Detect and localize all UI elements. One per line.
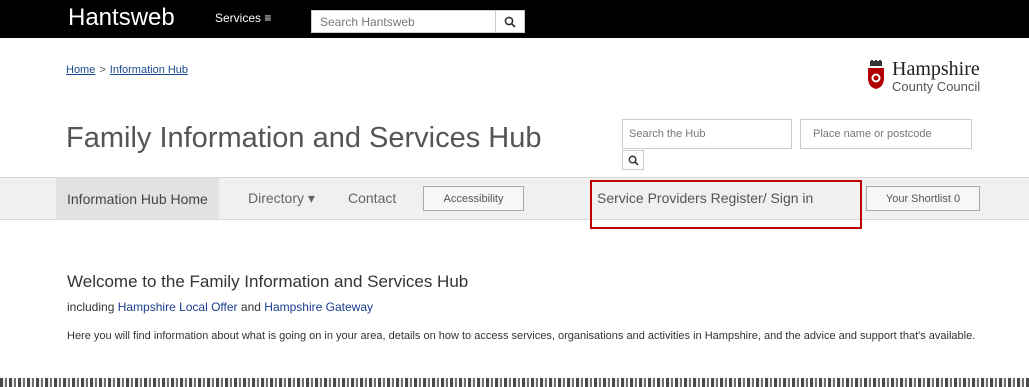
site-search [311,10,525,33]
breadcrumb-information-hub-link[interactable]: Information Hub [110,64,188,76]
hub-search-button[interactable] [622,150,644,170]
search-icon [504,16,516,28]
shortlist-button[interactable]: Your Shortlist 0 [866,186,980,211]
including-line: including Hampshire Local Offer and Hamp… [67,300,373,314]
nav-contact[interactable]: Contact [348,190,396,206]
hantsweb-logo[interactable]: Hantsweb [68,4,175,32]
and-word: and [240,300,261,314]
search-icon [628,155,639,166]
breadcrumb: Home > Information Hub [66,64,188,76]
hantsweb-search-input[interactable] [311,10,496,33]
including-prefix: including [67,300,115,314]
crest-icon [868,60,884,89]
cropped-content-strip [0,378,1029,387]
welcome-heading: Welcome to the Family Information and Se… [67,272,469,291]
services-menu-button[interactable]: Services ≡ [215,11,271,25]
local-offer-link[interactable]: Hampshire Local Offer [118,300,238,314]
hantsweb-search-button[interactable] [496,10,525,33]
logo-subtitle: County Council [892,79,981,94]
breadcrumb-separator: > [99,64,106,76]
breadcrumb-home-link[interactable]: Home [66,64,95,76]
main-navigation: Information Hub Home Directory ▾ Contact… [0,177,1029,220]
nav-information-hub-home[interactable]: Information Hub Home [56,178,219,219]
hampshire-county-council-logo[interactable]: Hampshire County Council [860,58,1020,98]
gateway-link[interactable]: Hampshire Gateway [264,300,373,314]
postcode-input[interactable] [800,119,972,149]
logo-name: Hampshire [892,58,980,80]
accessibility-button[interactable]: Accessibility [423,186,524,211]
page-title: Family Information and Services Hub [66,122,542,154]
hub-search-input[interactable] [622,119,792,149]
nav-directory-dropdown[interactable]: Directory ▾ [248,190,315,207]
intro-paragraph: Here you will find information about wha… [67,330,976,342]
top-bar: Hantsweb Services ≡ [0,0,1029,38]
highlight-annotation [590,180,862,229]
